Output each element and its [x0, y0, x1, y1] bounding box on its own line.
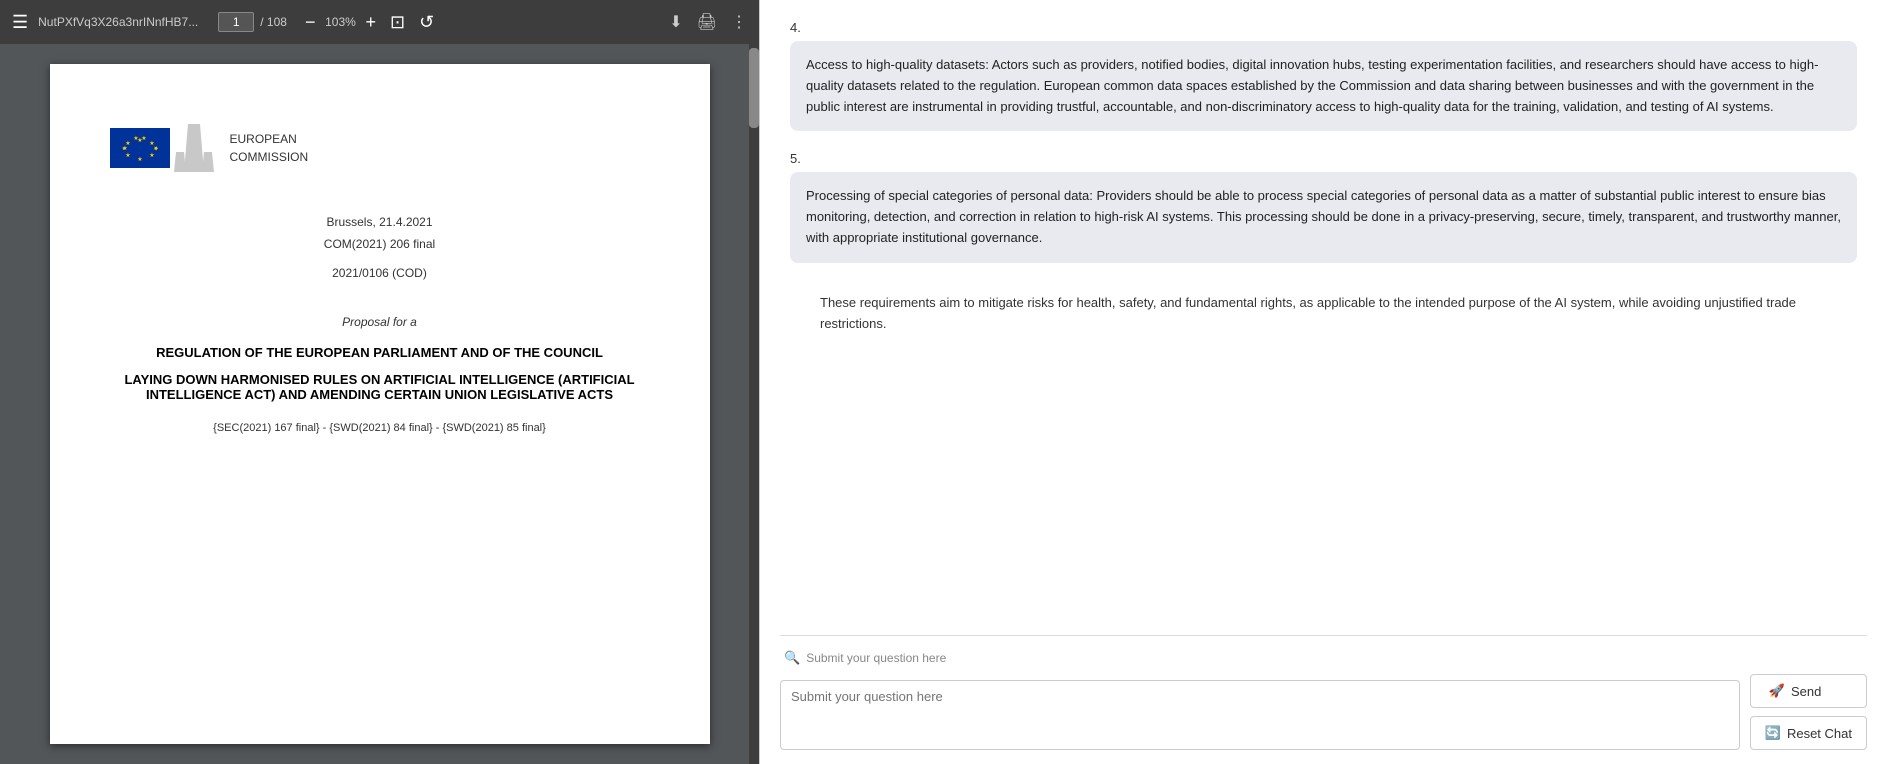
pdf-filename: NutPXfVq3X26a3nrINnfHB7... — [38, 15, 198, 29]
hamburger-icon[interactable]: ☰ — [12, 12, 28, 33]
chat-panel: 4. Access to high-quality datasets: Acto… — [760, 0, 1887, 764]
svg-text:★: ★ — [141, 135, 146, 142]
chat-messages: 4. Access to high-quality datasets: Acto… — [760, 0, 1887, 635]
zoom-out-button[interactable]: − — [303, 13, 318, 31]
chat-input-label: 🔍 Submit your question here — [780, 650, 1867, 666]
svg-text:★: ★ — [153, 146, 158, 152]
pdf-title-sub: LAYING DOWN HARMONISED RULES ON ARTIFICI… — [110, 372, 650, 402]
svg-text:★: ★ — [121, 146, 126, 152]
pdf-zoom-controls: − 103% + — [303, 13, 378, 31]
eu-flag: ★ ★ ★ ★ ★ ★ ★ ★ ★ ★ ★ ★ — [110, 128, 170, 168]
pdf-page-controls: / 108 — [218, 12, 287, 32]
reset-chat-button[interactable]: 🔄 Reset Chat — [1750, 716, 1867, 750]
chat-input-placeholder-label: Submit your question here — [806, 651, 946, 665]
zoom-in-button[interactable]: + — [363, 13, 378, 31]
svg-text:★: ★ — [125, 152, 130, 159]
chat-item-4: 4. Access to high-quality datasets: Acto… — [790, 20, 1857, 131]
chat-summary: These requirements aim to mitigate risks… — [790, 283, 1857, 355]
pdf-panel: ☰ NutPXfVq3X26a3nrINnfHB7... / 108 − 103… — [0, 0, 760, 764]
pdf-scrollbar[interactable] — [749, 44, 759, 764]
pdf-toolbar-icons: ⬇ 🖨 ⋮ — [669, 12, 747, 32]
reset-icon: 🔄 — [1765, 725, 1781, 741]
chat-input-row: 🚀 Send 🔄 Reset Chat — [780, 674, 1867, 750]
pdf-page: ★ ★ ★ ★ ★ ★ ★ ★ ★ ★ ★ ★ — [50, 64, 710, 744]
chat-textarea[interactable] — [780, 680, 1740, 750]
pdf-zoom-value: 103% — [323, 15, 357, 29]
chat-item-5: 5. Processing of special categories of p… — [790, 151, 1857, 262]
pdf-references: {SEC(2021) 167 final} - {SWD(2021) 84 fi… — [213, 422, 546, 434]
svg-text:★: ★ — [133, 135, 138, 142]
chat-input-area: 🔍 Submit your question here 🚀 Send 🔄 Res… — [760, 636, 1887, 764]
more-options-icon[interactable]: ⋮ — [731, 12, 747, 32]
fit-page-button[interactable]: ⊡ — [388, 13, 407, 31]
chat-item-5-number: 5. — [790, 151, 1857, 166]
eu-building-icon — [174, 124, 214, 172]
pdf-document-meta: Brussels, 21.4.2021 COM(2021) 206 final … — [324, 212, 435, 285]
send-icon: 🚀 — [1769, 683, 1785, 699]
eu-commission-text: EUROPEAN COMMISSION — [230, 130, 309, 166]
chat-bubble-5: Processing of special categories of pers… — [790, 172, 1857, 262]
download-icon[interactable]: ⬇ — [669, 12, 682, 32]
svg-text:★: ★ — [149, 152, 154, 159]
chat-bubble-4: Access to high-quality datasets: Actors … — [790, 41, 1857, 131]
send-label: Send — [1791, 684, 1821, 699]
svg-text:★: ★ — [137, 156, 142, 163]
pdf-proposal-label: Proposal for a — [342, 315, 417, 329]
rotate-button[interactable]: ↺ — [417, 13, 436, 31]
send-button[interactable]: 🚀 Send — [1750, 674, 1867, 708]
print-icon[interactable]: 🖨 — [697, 12, 717, 32]
pdf-content-area: ★ ★ ★ ★ ★ ★ ★ ★ ★ ★ ★ ★ — [0, 44, 759, 764]
reset-label: Reset Chat — [1787, 726, 1852, 741]
pdf-toolbar: ☰ NutPXfVq3X26a3nrINnfHB7... / 108 − 103… — [0, 0, 759, 44]
pdf-page-input[interactable] — [218, 12, 254, 32]
search-icon: 🔍 — [784, 650, 800, 666]
pdf-title-main: REGULATION OF THE EUROPEAN PARLIAMENT AN… — [156, 345, 603, 360]
chat-item-4-number: 4. — [790, 20, 1857, 35]
pdf-scrollbar-thumb[interactable] — [749, 48, 759, 128]
pdf-logo-area: ★ ★ ★ ★ ★ ★ ★ ★ ★ ★ ★ ★ — [110, 124, 309, 172]
chat-buttons: 🚀 Send 🔄 Reset Chat — [1750, 674, 1867, 750]
pdf-page-separator: / 108 — [260, 15, 287, 29]
